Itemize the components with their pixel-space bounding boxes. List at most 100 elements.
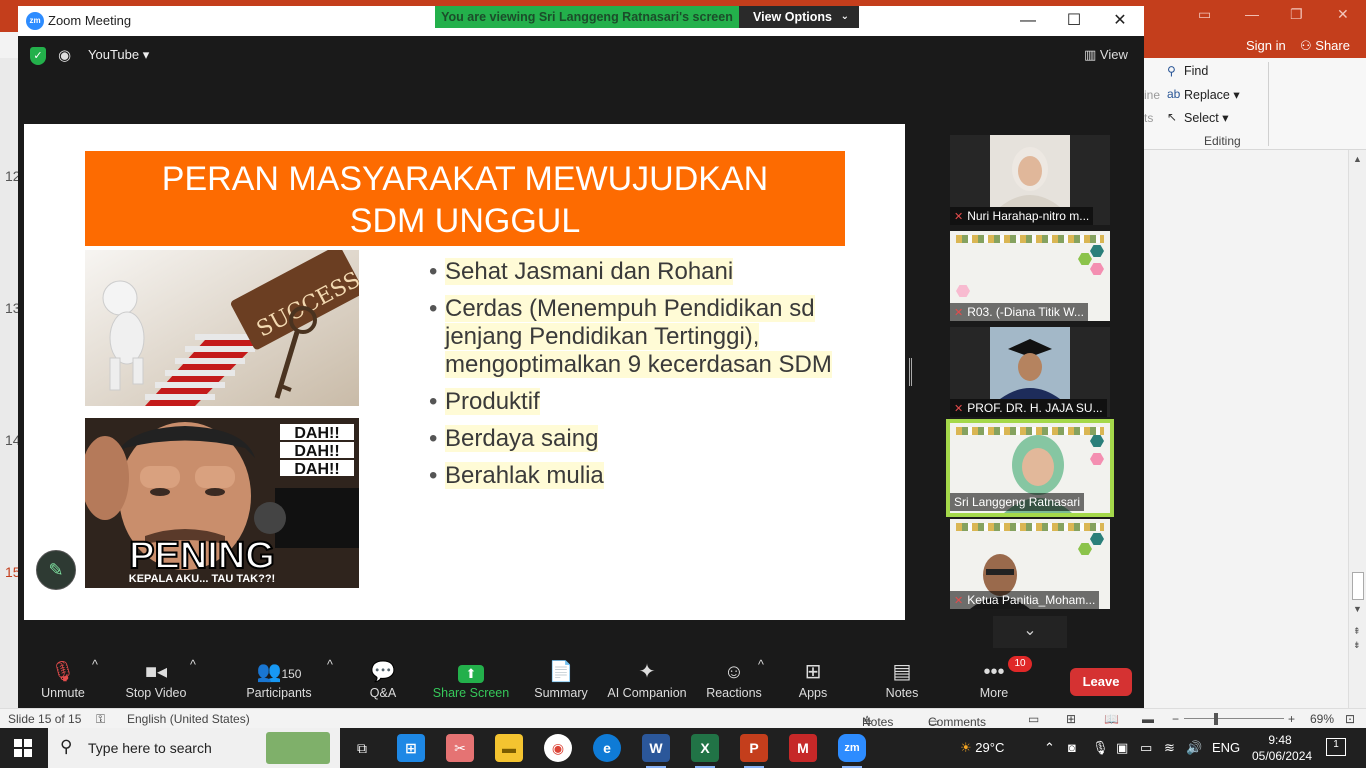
zoom-in-icon[interactable]: + (1288, 712, 1295, 726)
minimize-icon[interactable]: — (1006, 10, 1050, 32)
participant-tile[interactable]: ✕ Nuri Harahap-nitro m... (950, 135, 1110, 225)
scroll-up-icon[interactable]: ▲ (1353, 154, 1362, 164)
weather-widget[interactable]: ☀ 29°C (960, 740, 1004, 756)
live-stream-icon[interactable]: ◉ (58, 46, 71, 64)
slide-title-line1: PERAN MASYARAKAT MEWUJUDKAN (161, 160, 769, 198)
accessibility-icon[interactable]: ⚿ (96, 712, 105, 727)
vertical-scrollbar[interactable]: ▲ ▼ ⇞ ⇟ (1348, 150, 1366, 708)
participants-button[interactable]: 👥150 Participants (244, 658, 314, 700)
find-button[interactable]: ⚲ Find (1167, 64, 1208, 78)
ribbon-editing-group: ine ts ⚲ Find ab Replace ▾ ↖ Select ▾ Editi… (1144, 58, 1366, 150)
system-clock[interactable]: 9:48 05/06/2024 (1252, 732, 1312, 764)
show-hidden-icons-icon[interactable]: ⌃ (1044, 740, 1055, 756)
participant-tile[interactable]: ✕ R03. (-Diana Titik W... (950, 231, 1110, 321)
stop-video-button[interactable]: ■◂ Stop Video (124, 658, 188, 700)
powerpoint-icon[interactable]: P (740, 734, 768, 768)
volume-icon[interactable]: 🔊 (1186, 740, 1202, 756)
page-up-icon[interactable]: ⇞ (1353, 626, 1361, 637)
excel-icon[interactable]: X (691, 734, 719, 768)
more-button[interactable]: ••• More (976, 658, 1012, 700)
qa-button[interactable]: 💬 Q&A (363, 658, 403, 700)
meme-caption-2: DAH!! (294, 443, 339, 460)
reactions-caret-icon[interactable]: ^ (758, 658, 764, 672)
ai-companion-button[interactable]: ✦ AI Companion (606, 658, 688, 700)
more-label: More (979, 686, 1009, 700)
word-icon[interactable]: W (642, 734, 670, 768)
windows-start-icon[interactable] (14, 739, 32, 757)
replace-label: Replace (1184, 88, 1230, 102)
video-options-caret-icon[interactable]: ^ (190, 658, 196, 672)
page-down-icon[interactable]: ⇟ (1353, 640, 1361, 651)
search-highlight-icon[interactable] (266, 732, 330, 764)
normal-view-icon[interactable]: ▭ (1028, 712, 1039, 726)
success-stairs-image: SUCCESS (85, 250, 359, 406)
security-shield-icon[interactable]: ✓ (30, 47, 46, 65)
camera-icon[interactable]: ◙ (1068, 740, 1076, 755)
apps-icon: ⊞ (804, 661, 822, 683)
zoom-slider[interactable] (1184, 718, 1284, 719)
share-screen-button[interactable]: ⬆ Share Screen (432, 658, 510, 700)
scrollbar-thumb[interactable] (1352, 572, 1364, 600)
slideshow-icon[interactable]: ▬ (1142, 712, 1154, 726)
participant-tile[interactable]: ✕ PROF. DR. H. JAJA SU... (950, 327, 1110, 417)
banner-logos (956, 235, 1104, 243)
audio-options-caret-icon[interactable]: ^ (92, 658, 98, 672)
summary-button[interactable]: 📄 Summary (532, 658, 590, 700)
battery-icon[interactable]: ▭ (1140, 740, 1152, 756)
edge-icon[interactable]: e (593, 734, 621, 762)
chrome-icon[interactable]: ◉ (544, 734, 572, 762)
app-icon[interactable]: M (789, 734, 817, 762)
microsoft-store-icon[interactable]: ⊞ (397, 734, 425, 762)
participants-caret-icon[interactable]: ^ (327, 658, 333, 672)
restore-icon[interactable]: ▭ (1198, 6, 1211, 23)
notification-center-icon[interactable]: 1 (1326, 738, 1346, 756)
fit-slide-icon[interactable]: ⊡ (1345, 712, 1355, 726)
close-icon[interactable]: ✕ (1098, 10, 1142, 32)
minimize-icon[interactable]: — (1245, 6, 1259, 22)
scroll-down-icon[interactable]: ▼ (1353, 604, 1362, 614)
annotate-pencil-icon[interactable]: ✎ (36, 550, 76, 590)
mic-muted-icon: ✕ (954, 307, 964, 319)
view-options-button[interactable]: View Options ⌄ (739, 6, 859, 28)
microphone-icon[interactable]: 🎙 (1092, 740, 1109, 756)
source-label: YouTube (88, 47, 140, 62)
replace-button[interactable]: ab Replace ▾ (1167, 87, 1240, 102)
summary-label: Summary (534, 686, 588, 700)
split-divider-handle[interactable] (909, 358, 912, 386)
select-button[interactable]: ↖ Select ▾ (1167, 110, 1229, 125)
screen-share-tray-icon[interactable]: ▣ (1116, 740, 1128, 756)
notes-button[interactable]: ▤ Notes (884, 658, 920, 700)
zoom-level[interactable]: 69% (1310, 712, 1334, 726)
viewing-screen-banner: You are viewing Sri Langgeng Ratnasari's… (435, 6, 739, 28)
slide-sorter-icon[interactable]: ⊞ (1066, 712, 1076, 726)
maximize-icon[interactable]: ☐ (1052, 10, 1096, 32)
app-icon[interactable]: ✂ (446, 734, 474, 762)
close-icon[interactable]: ✕ (1337, 6, 1349, 23)
unmute-button[interactable]: 🎙 Unmute (40, 658, 86, 700)
zoom-slider-thumb[interactable] (1214, 713, 1218, 725)
language-status[interactable]: English (United States) (127, 712, 250, 726)
file-explorer-icon[interactable]: ▬ (495, 734, 523, 762)
wifi-icon[interactable]: ≋ (1164, 740, 1175, 756)
input-language[interactable]: ENG (1212, 740, 1240, 755)
live-source-dropdown[interactable]: YouTube ▾ (88, 47, 149, 63)
sign-in-link[interactable]: Sign in (1246, 38, 1286, 53)
zoom-out-icon[interactable]: − (1172, 712, 1179, 726)
maximize-icon[interactable]: ❐ (1290, 6, 1303, 23)
zoom-taskbar-icon[interactable]: zm (838, 734, 866, 768)
share-button[interactable]: ⚇ Share (1300, 38, 1350, 54)
participant-tile-active-speaker[interactable]: Sri Langgeng Ratnasari (946, 419, 1114, 517)
participant-tile[interactable]: ✕ Ketua Panitia_Moham... (950, 519, 1110, 609)
task-view-icon[interactable]: ⧉ (348, 734, 376, 762)
gallery-scroll-down-button[interactable]: ⌄ (993, 616, 1067, 648)
faded-ribbon-text: ine (1144, 88, 1161, 102)
leave-button[interactable]: Leave (1070, 668, 1132, 696)
participant-name-text: PROF. DR. H. JAJA SU... (967, 401, 1103, 415)
view-button[interactable]: ▥ View (1084, 47, 1128, 63)
taskbar-search-box[interactable]: ⚲ Type here to search (48, 728, 340, 768)
apps-button[interactable]: ⊞ Apps (796, 658, 830, 700)
participant-name: ✕ PROF. DR. H. JAJA SU... (950, 399, 1107, 417)
reading-view-icon[interactable]: 📖 (1104, 712, 1119, 726)
reactions-button[interactable]: ☺ Reactions (704, 658, 764, 700)
slide-title: PERAN MASYARAKAT MEWUJUDKAN SDM UNGGUL (85, 151, 845, 246)
